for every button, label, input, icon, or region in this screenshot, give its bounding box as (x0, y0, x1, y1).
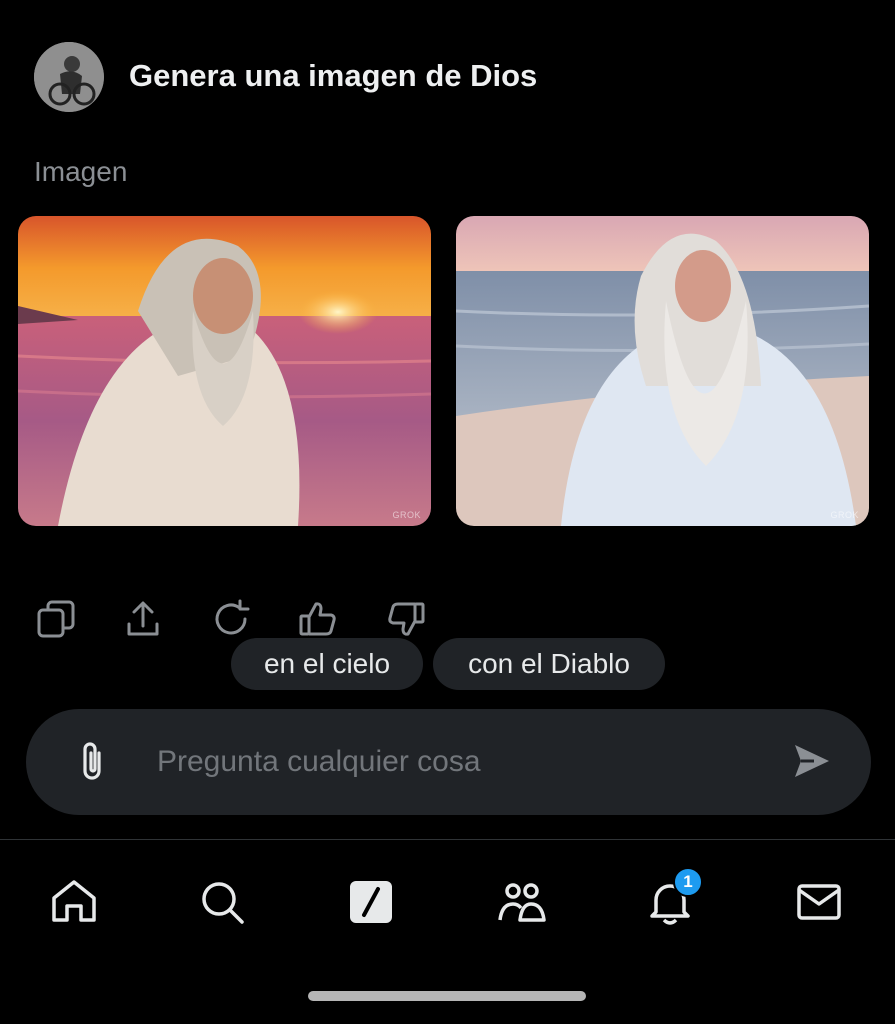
mail-icon[interactable] (789, 872, 849, 932)
home-icon[interactable] (44, 872, 104, 932)
section-label: Imagen (34, 156, 128, 187)
prompt-title: Genera una imagen de Dios (129, 58, 538, 93)
divider (0, 839, 895, 840)
communities-icon[interactable] (492, 872, 552, 932)
generated-image-2[interactable]: GROK (456, 216, 869, 526)
suggestion-chip[interactable]: con el Diablo (433, 638, 665, 690)
image-watermark: GROK (830, 510, 859, 520)
image-watermark: GROK (392, 510, 421, 520)
response-actions (0, 595, 895, 643)
notification-badge: 1 (673, 867, 703, 897)
prompt-input[interactable] (157, 739, 757, 785)
generated-image-1[interactable]: GROK (18, 216, 431, 526)
grok-icon[interactable] (341, 872, 401, 932)
user-avatar[interactable] (34, 42, 104, 112)
send-icon[interactable] (792, 741, 832, 781)
search-icon[interactable] (192, 872, 252, 932)
thumbs-up-icon[interactable] (294, 595, 342, 643)
composer (26, 709, 871, 815)
paperclip-icon[interactable] (72, 739, 114, 785)
regenerate-icon[interactable] (207, 595, 255, 643)
home-indicator[interactable] (308, 991, 586, 1001)
thumbs-down-icon[interactable] (382, 595, 430, 643)
copy-icon[interactable] (32, 595, 80, 643)
share-icon[interactable] (119, 595, 167, 643)
suggestion-chip[interactable]: en el cielo (231, 638, 423, 690)
bottom-tab-bar (0, 860, 895, 950)
